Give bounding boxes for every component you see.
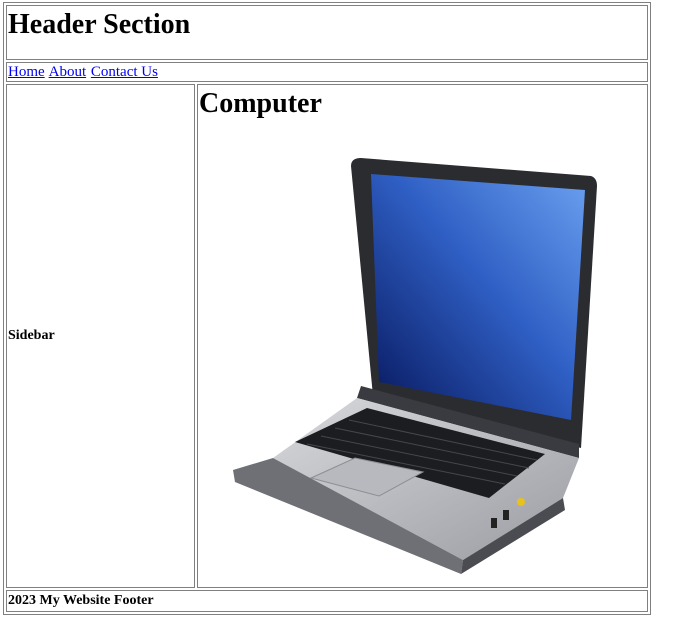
header-section: Header Section	[6, 5, 648, 60]
main-content: Computer	[197, 84, 648, 588]
page-layout-table: Header Section Home About Contact Us Sid…	[3, 2, 651, 615]
nav-link-home[interactable]: Home	[8, 64, 45, 80]
sidebar: Sidebar	[6, 84, 195, 588]
header-title: Header Section	[8, 9, 191, 40]
nav-bar: Home About Contact Us	[6, 62, 648, 82]
nav-link-contact-us[interactable]: Contact Us	[91, 64, 158, 80]
content-title: Computer	[199, 88, 322, 119]
nav-link-about[interactable]: About	[49, 64, 87, 80]
footer: 2023 My Website Footer	[6, 590, 648, 612]
footer-text: 2023 My Website Footer	[8, 593, 154, 608]
laptop-image	[233, 158, 605, 576]
sidebar-label: Sidebar	[8, 328, 55, 343]
